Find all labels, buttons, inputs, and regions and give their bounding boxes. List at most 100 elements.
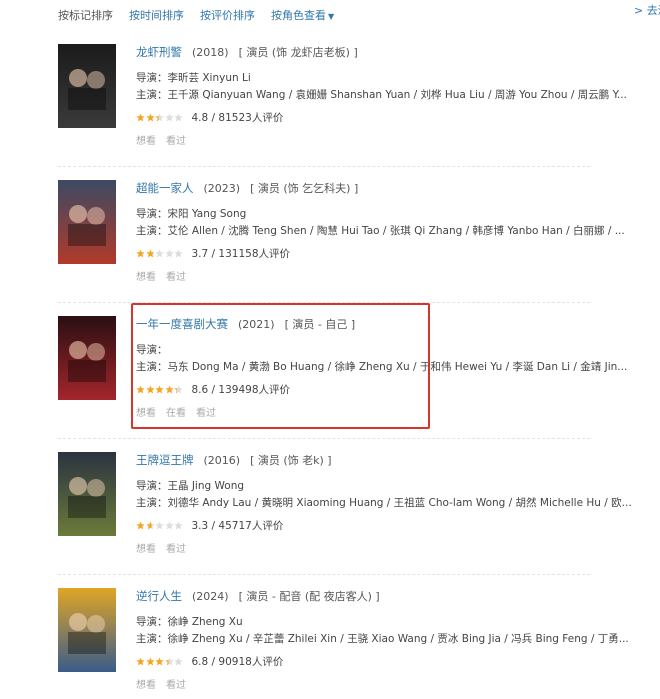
movie-cast: 主演：艾伦 Allen / 沈腾 Teng Shen / 陶慧 Hui Tao … xyxy=(136,225,625,237)
movie-role: [ 演员 (饰 乞乞科夫) ] xyxy=(250,182,359,195)
star-icon xyxy=(136,384,145,394)
rating-stars xyxy=(136,112,184,122)
star-icon xyxy=(136,520,145,530)
movie-title-row: 超能一家人 (2023) [ 演员 (饰 乞乞科夫) ] xyxy=(136,180,660,196)
movie-year: (2018) xyxy=(192,46,229,59)
star-icon xyxy=(155,520,164,530)
action-link[interactable]: 看过 xyxy=(196,408,216,419)
divider xyxy=(58,166,590,167)
movie-cast: 主演：徐峥 Zheng Xu / 辛芷蕾 Zhilei Xin / 王骁 Xia… xyxy=(136,633,629,645)
action-link[interactable]: 想看 xyxy=(136,408,156,419)
movie-rating: 4.8 / 81523人评价 xyxy=(136,108,660,126)
movie-title-row: 龙虾刑警 (2018) [ 演员 (饰 龙虾店老板) ] xyxy=(136,44,660,60)
movie-cast: 主演：马东 Dong Ma / 黄渤 Bo Huang / 徐峥 Zheng X… xyxy=(136,361,628,373)
star-icon xyxy=(164,656,174,666)
movie-year: (2024) xyxy=(192,590,229,603)
movie-rating: 3.7 / 131158人评价 xyxy=(136,244,660,262)
sort-by-mark[interactable]: 按标记排序 xyxy=(58,7,113,23)
movie-director: 导演：徐峥 Zheng Xu xyxy=(136,616,243,628)
action-link[interactable]: 在看 xyxy=(166,408,186,419)
action-link[interactable]: 看过 xyxy=(166,272,186,283)
star-icon xyxy=(145,520,155,530)
movie-title[interactable]: 超能一家人 xyxy=(136,181,194,195)
movie-actions: 想看 看过 xyxy=(136,676,660,691)
action-link[interactable]: 想看 xyxy=(136,272,156,283)
star-icon xyxy=(174,384,183,394)
movie-director: 导演：王晶 Jing Wong xyxy=(136,480,245,492)
caret-down-icon: ▼ xyxy=(328,12,335,21)
movie-info: 龙虾刑警 (2018) [ 演员 (饰 龙虾店老板) ] 导演：李昕芸 Xinyun … xyxy=(136,44,660,147)
movie-actions: 想看 看过 xyxy=(136,540,660,555)
rating-stars xyxy=(136,520,184,530)
star-icon xyxy=(155,112,164,122)
movie-poster[interactable] xyxy=(58,316,116,400)
movie-role: [ 演员 (饰 龙虾店老板) ] xyxy=(238,46,358,59)
movie-item: 龙虾刑警 (2018) [ 演员 (饰 龙虾店老板) ] 导演：李昕芸 Xinyun … xyxy=(58,44,660,180)
movie-info: 超能一家人 (2023) [ 演员 (饰 乞乞科夫) ] 导演：宋阳 Yang Son… xyxy=(136,180,660,283)
movie-year: (2016) xyxy=(203,454,241,467)
star-icon xyxy=(145,112,155,122)
action-link[interactable]: 看过 xyxy=(166,136,186,147)
movie-role: [ 演员 (饰 老k) ] xyxy=(250,454,332,467)
action-link[interactable]: 想看 xyxy=(136,544,156,555)
rating-stars xyxy=(136,384,184,394)
sort-by-rating[interactable]: 按评价排序 xyxy=(200,7,255,23)
movie-role: [ 演员 - 配音 (配 夜店客人) ] xyxy=(238,590,380,603)
star-icon xyxy=(145,656,155,666)
goto-link[interactable]: > 去淡 xyxy=(634,2,660,18)
action-link[interactable]: 看过 xyxy=(166,680,186,691)
star-icon xyxy=(136,248,145,258)
rating-text: 8.6 / 139498人评价 xyxy=(191,383,291,396)
star-icon xyxy=(136,112,145,122)
divider xyxy=(58,438,590,439)
star-icon xyxy=(164,520,174,530)
sort-bar: 按标记排序 按时间排序 按评价排序 按角色查看 ▼ xyxy=(58,7,350,23)
view-by-role-label: 按角色查看 xyxy=(271,9,326,22)
action-link[interactable]: 想看 xyxy=(136,680,156,691)
movie-poster[interactable] xyxy=(58,452,116,536)
movie-poster[interactable] xyxy=(58,588,116,672)
movie-item: 一年一度喜剧大赛 (2021) [ 演员 - 自己 ] 导演： 主演：马东 Dong M… xyxy=(58,316,660,452)
movie-item: 超能一家人 (2023) [ 演员 (饰 乞乞科夫) ] 导演：宋阳 Yang Son… xyxy=(58,180,660,316)
action-link[interactable]: 看过 xyxy=(166,544,186,555)
star-icon xyxy=(136,656,145,666)
rating-text: 6.8 / 90918人评价 xyxy=(191,655,284,668)
movie-role: [ 演员 - 自己 ] xyxy=(284,318,356,331)
star-icon xyxy=(164,112,174,122)
movie-title[interactable]: 一年一度喜剧大赛 xyxy=(136,317,228,331)
movie-title[interactable]: 王牌逗王牌 xyxy=(136,453,194,467)
movie-rating: 3.3 / 45717人评价 xyxy=(136,516,660,534)
movie-cast: 主演：刘德华 Andy Lau / 黄晓明 Xiaoming Huang / 王… xyxy=(136,497,632,509)
movie-rating: 6.8 / 90918人评价 xyxy=(136,652,660,670)
star-icon xyxy=(145,248,155,258)
view-by-role-dropdown[interactable]: 按角色查看 ▼ xyxy=(271,7,334,23)
movie-year: (2023) xyxy=(203,182,241,195)
movie-title-row: 一年一度喜剧大赛 (2021) [ 演员 - 自己 ] xyxy=(136,316,660,332)
action-link[interactable]: 想看 xyxy=(136,136,156,147)
movie-director: 导演：李昕芸 Xinyun Li xyxy=(136,72,251,84)
movie-info: 一年一度喜剧大赛 (2021) [ 演员 - 自己 ] 导演： 主演：马东 Dong M… xyxy=(136,316,660,419)
rating-stars xyxy=(136,248,184,258)
star-icon xyxy=(174,656,183,666)
movie-title[interactable]: 逆行人生 xyxy=(136,589,182,603)
movie-actions: 想看 看过 xyxy=(136,268,660,283)
rating-text: 3.7 / 131158人评价 xyxy=(191,247,291,260)
movie-info: 王牌逗王牌 (2016) [ 演员 (饰 老k) ] 导演：王晶 Jing Wong 主… xyxy=(136,452,660,555)
star-icon xyxy=(145,384,155,394)
movie-title[interactable]: 龙虾刑警 xyxy=(136,45,182,59)
movie-poster[interactable] xyxy=(58,180,116,264)
movie-item: 王牌逗王牌 (2016) [ 演员 (饰 老k) ] 导演：王晶 Jing Wong 主… xyxy=(58,452,660,588)
star-icon xyxy=(155,384,164,394)
rating-text: 4.8 / 81523人评价 xyxy=(191,111,284,124)
movie-title-row: 王牌逗王牌 (2016) [ 演员 (饰 老k) ] xyxy=(136,452,660,468)
sort-by-time[interactable]: 按时间排序 xyxy=(129,7,184,23)
movie-poster[interactable] xyxy=(58,44,116,128)
movie-title-row: 逆行人生 (2024) [ 演员 - 配音 (配 夜店客人) ] xyxy=(136,588,660,604)
rating-text: 3.3 / 45717人评价 xyxy=(191,519,284,532)
movie-year: (2021) xyxy=(238,318,275,331)
movie-actions: 想看 在看 看过 xyxy=(136,404,660,419)
star-icon xyxy=(174,248,183,258)
star-icon xyxy=(155,656,164,666)
star-icon xyxy=(174,112,183,122)
movie-actions: 想看 看过 xyxy=(136,132,660,147)
